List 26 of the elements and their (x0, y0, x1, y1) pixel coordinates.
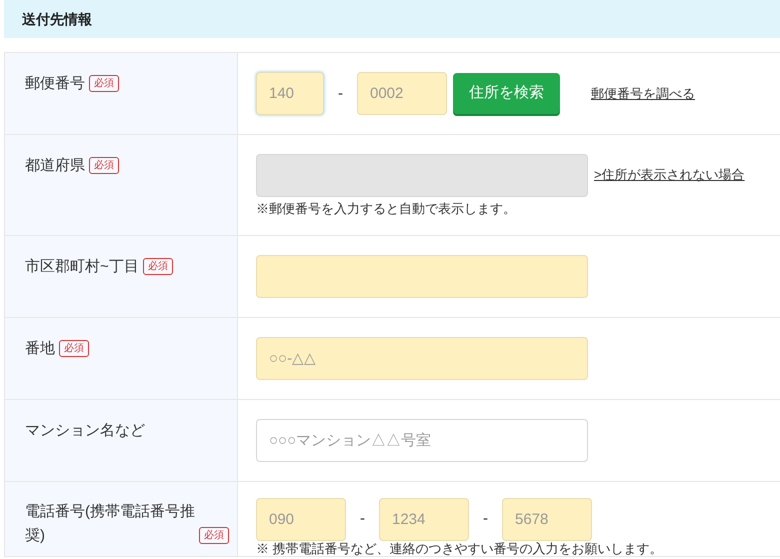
input-field[interactable]: ○○-△△ (256, 336, 588, 380)
section-title: 送付先情報 (22, 11, 92, 27)
input-field[interactable]: 140 (256, 72, 324, 115)
field-label: 都道府県 (25, 156, 85, 176)
input-field[interactable]: 0002 (357, 72, 447, 115)
required-badge: 必須 (89, 157, 119, 174)
separator-text: - (483, 510, 488, 527)
input-field[interactable]: 1234 (379, 498, 469, 540)
required-badge: 必須 (59, 340, 89, 356)
required-badge: 必須 (142, 258, 173, 274)
note-text: ※郵便番号を入力すると自動で表示します。 (256, 200, 517, 218)
postal-lookup-link[interactable]: 郵便番号を調べる (591, 84, 695, 104)
required-badge: 必須 (199, 526, 229, 544)
field-label: 番地 (25, 338, 55, 358)
field-label: マンション名など (25, 420, 145, 440)
note-text: ※ 携帯電話番号など、連絡のつきやすい番号の入力をお願いします。 (256, 540, 664, 556)
input-field[interactable] (256, 254, 588, 298)
separator-text: - (360, 510, 365, 527)
input-field[interactable]: ○○○マンション△△号室 (256, 418, 588, 462)
input-field[interactable]: 5678 (502, 498, 592, 540)
field-label: 郵便番号 (25, 74, 85, 94)
field-label: 市区郡町村~丁目 (25, 256, 139, 276)
required-badge: 必須 (89, 75, 119, 92)
input-field[interactable]: 090 (256, 498, 346, 540)
separator-text: - (338, 84, 343, 102)
field-label: 電話番号(携帯電話番号推奨) (25, 502, 195, 546)
